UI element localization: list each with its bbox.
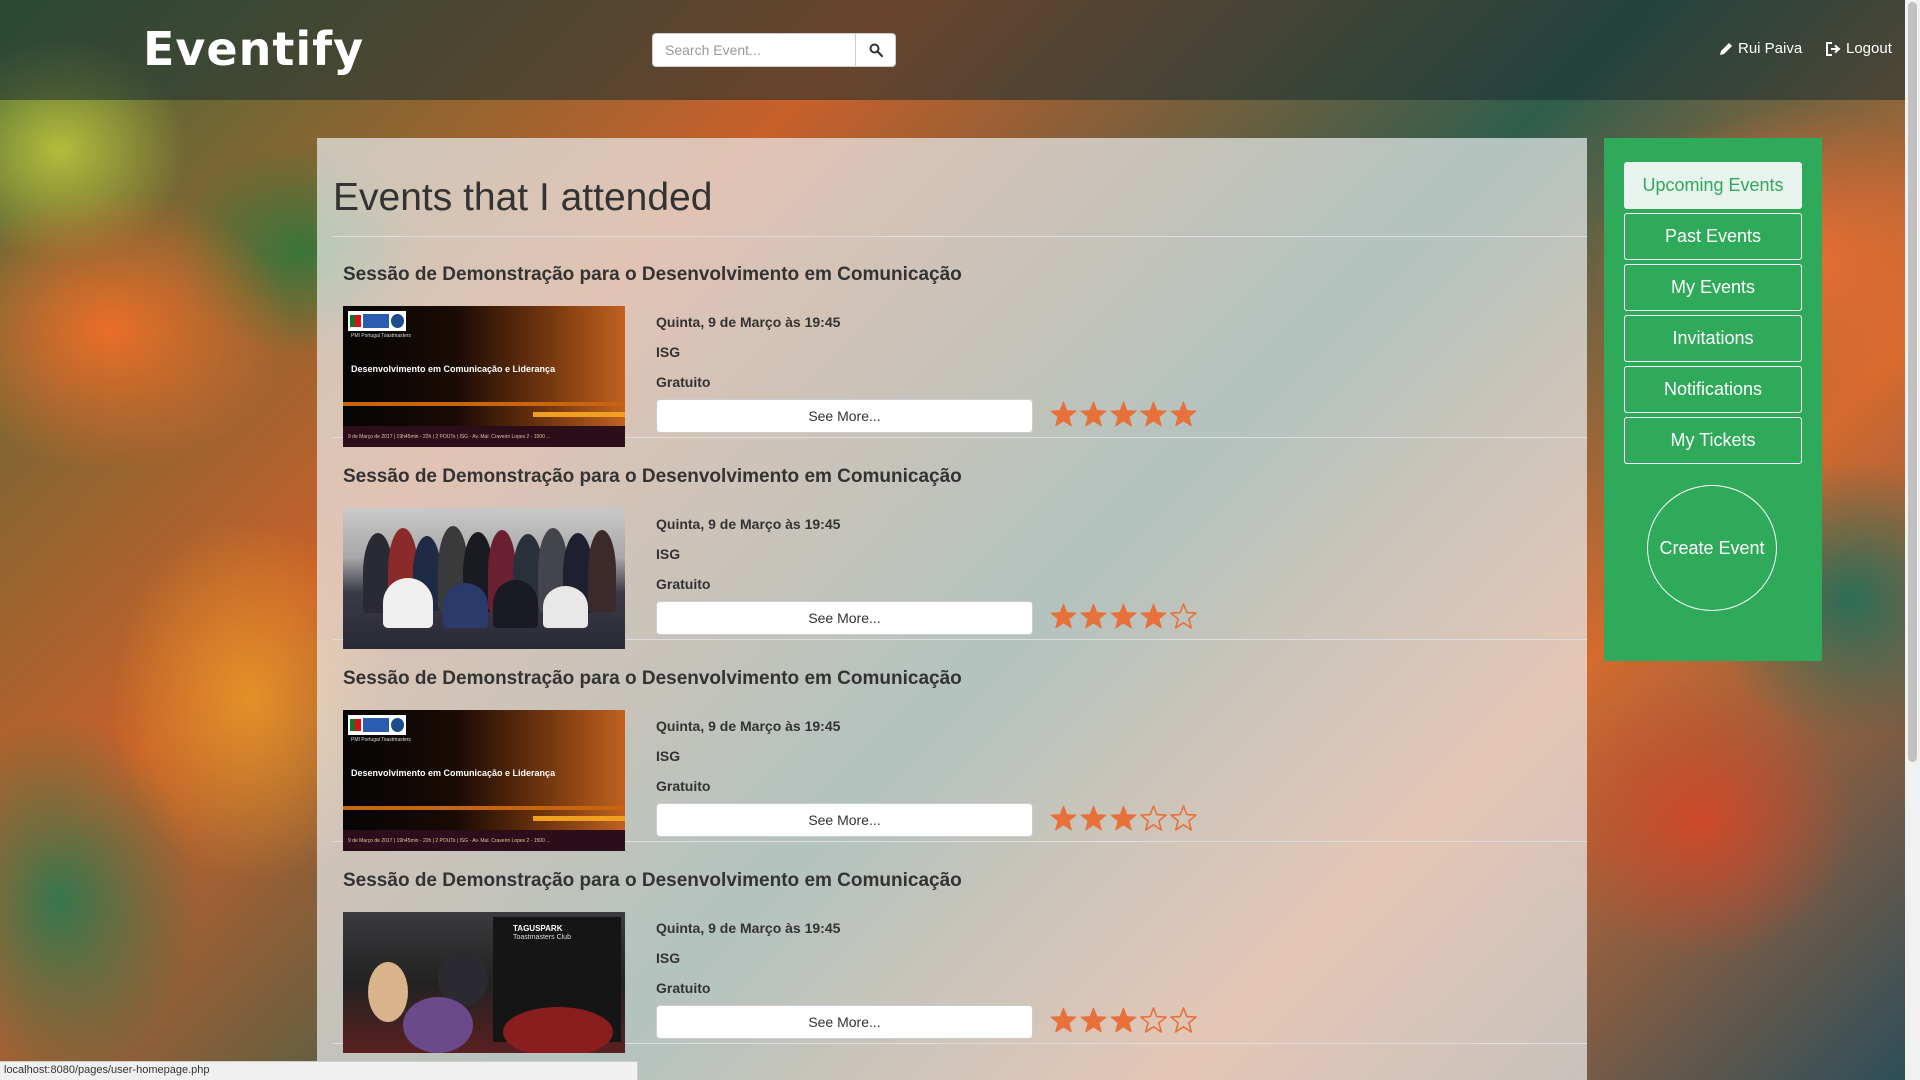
image-headline: Desenvolvimento em Comunicação e Lideran… — [351, 364, 556, 374]
navbar: Eventify Rui Paiva Logout — [0, 0, 1920, 100]
event-date: Quinta, 9 de Março às 19:45 — [656, 314, 841, 330]
page-title: Events that I attended — [333, 176, 713, 219]
event-date: Quinta, 9 de Março às 19:45 — [656, 516, 841, 532]
sidebar-item-notifications[interactable]: Notifications — [1624, 366, 1802, 413]
star-filled-icon[interactable] — [1050, 805, 1077, 832]
event-card: Sessão de Demonstração para o Desenvolvi… — [333, 842, 1587, 1053]
star-filled-icon[interactable] — [1140, 603, 1167, 630]
pencil-icon — [1720, 42, 1732, 55]
event-price: Gratuito — [656, 778, 711, 794]
image-headline: Desenvolvimento em Comunicação e Lideran… — [351, 768, 556, 778]
see-more-button[interactable]: See More... — [656, 1005, 1033, 1039]
star-filled-icon[interactable] — [1080, 603, 1107, 630]
event-date: Quinta, 9 de Março às 19:45 — [656, 920, 841, 936]
page-scrollbar[interactable] — [1905, 0, 1920, 1080]
sidebar-item-invitations[interactable]: Invitations — [1624, 315, 1802, 362]
sidebar-item-upcoming-events[interactable]: Upcoming Events — [1624, 162, 1802, 209]
logout-icon — [1826, 41, 1841, 56]
event-place: ISG — [656, 546, 681, 562]
image-subtitle: PMI Portugal Toastmasters — [351, 333, 411, 339]
star-filled-icon[interactable] — [1170, 401, 1197, 428]
event-price: Gratuito — [656, 374, 711, 390]
main-panel: Events that I attended Sessão de Demonst… — [317, 138, 1587, 1080]
scrollbar-thumb[interactable] — [1908, 2, 1917, 762]
logout-label: Logout — [1846, 40, 1892, 57]
image-subtitle: Toastmasters Club — [513, 934, 571, 941]
event-price: Gratuito — [656, 980, 711, 996]
star-filled-icon[interactable] — [1110, 805, 1137, 832]
rating-stars — [1050, 401, 1197, 428]
user-profile-link[interactable]: Rui Paiva — [1719, 40, 1802, 57]
sidebar: Upcoming Events Past Events My Events In… — [1604, 138, 1822, 661]
star-filled-icon[interactable] — [1050, 401, 1077, 428]
event-card: Sessão de Demonstração para o Desenvolvi… — [333, 438, 1587, 649]
user-name: Rui Paiva — [1738, 40, 1803, 57]
star-filled-icon[interactable] — [1080, 805, 1107, 832]
event-image[interactable]: PMI Portugal Toastmasters Desenvolviment… — [343, 306, 625, 447]
image-title: TAGUSPARK — [513, 924, 563, 933]
event-title[interactable]: Sessão de Demonstração para o Desenvolvi… — [343, 668, 962, 690]
image-subtitle: PMI Portugal Toastmasters — [351, 737, 411, 743]
star-filled-icon[interactable] — [1050, 603, 1077, 630]
event-card: Sessão de Demonstração para o Desenvolvi… — [333, 236, 1587, 447]
see-more-button[interactable]: See More... — [656, 803, 1033, 837]
rating-stars — [1050, 1007, 1197, 1034]
star-filled-icon[interactable] — [1110, 603, 1137, 630]
star-empty-icon[interactable] — [1140, 1007, 1167, 1034]
brand-logo[interactable]: Eventify — [143, 22, 364, 76]
star-empty-icon[interactable] — [1170, 603, 1197, 630]
sidebar-item-past-events[interactable]: Past Events — [1624, 213, 1802, 260]
pmi-logo — [348, 715, 406, 735]
see-more-button[interactable]: See More... — [656, 399, 1033, 433]
create-event-button[interactable]: Create Event — [1647, 485, 1777, 611]
star-filled-icon[interactable] — [1050, 1007, 1077, 1034]
event-title[interactable]: Sessão de Demonstração para o Desenvolvi… — [343, 466, 962, 488]
star-filled-icon[interactable] — [1140, 401, 1167, 428]
event-place: ISG — [656, 344, 681, 360]
event-image[interactable] — [343, 508, 625, 649]
see-more-button[interactable]: See More... — [656, 601, 1033, 635]
pmi-logo — [348, 311, 406, 331]
search-button[interactable] — [856, 33, 896, 67]
event-image[interactable]: PMI Portugal Toastmasters Desenvolviment… — [343, 710, 625, 851]
browser-status-bar: localhost:8080/pages/user-homepage.php — [0, 1061, 638, 1080]
search-bar — [652, 33, 896, 67]
star-filled-icon[interactable] — [1080, 1007, 1107, 1034]
event-place: ISG — [656, 748, 681, 764]
rating-stars — [1050, 603, 1197, 630]
star-empty-icon[interactable] — [1170, 1007, 1197, 1034]
star-filled-icon[interactable] — [1110, 401, 1137, 428]
logout-link[interactable]: Logout — [1826, 40, 1892, 57]
event-price: Gratuito — [656, 576, 711, 592]
event-title[interactable]: Sessão de Demonstração para o Desenvolvi… — [343, 870, 962, 892]
event-title[interactable]: Sessão de Demonstração para o Desenvolvi… — [343, 264, 962, 286]
star-empty-icon[interactable] — [1170, 805, 1197, 832]
sidebar-item-my-tickets[interactable]: My Tickets — [1624, 417, 1802, 464]
search-icon — [869, 43, 883, 57]
event-image[interactable]: TAGUSPARK Toastmasters Club — [343, 912, 625, 1053]
star-empty-icon[interactable] — [1140, 805, 1167, 832]
sidebar-item-my-events[interactable]: My Events — [1624, 264, 1802, 311]
star-filled-icon[interactable] — [1110, 1007, 1137, 1034]
event-card: Sessão de Demonstração para o Desenvolvi… — [333, 640, 1587, 851]
star-filled-icon[interactable] — [1080, 401, 1107, 428]
event-date: Quinta, 9 de Março às 19:45 — [656, 718, 841, 734]
search-input[interactable] — [652, 33, 856, 67]
rating-stars — [1050, 805, 1197, 832]
event-place: ISG — [656, 950, 681, 966]
